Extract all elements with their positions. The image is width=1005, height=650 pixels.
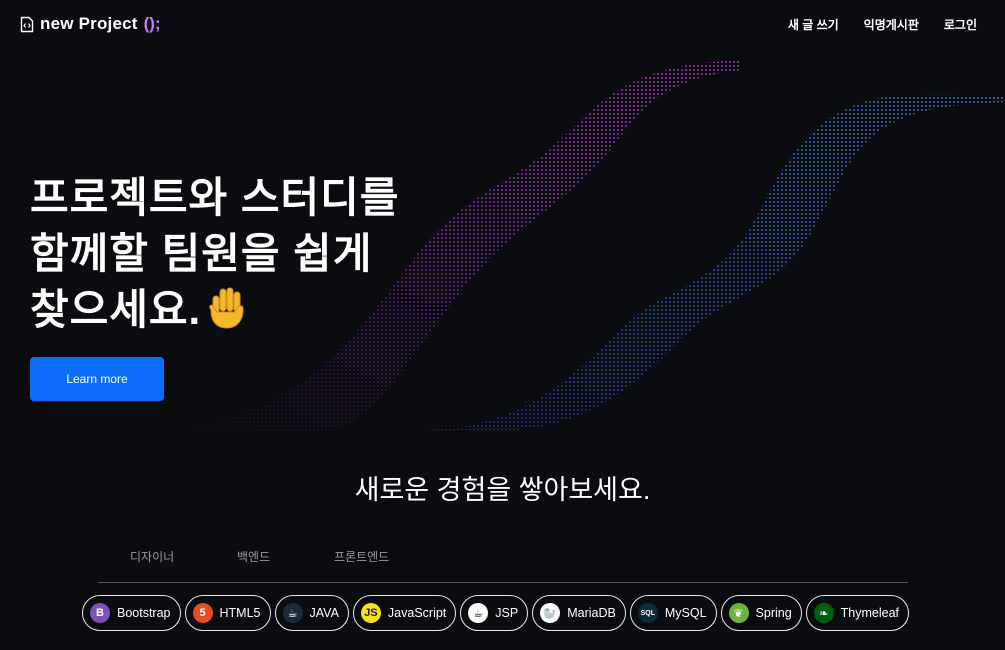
tech-chip-label: HTML5 bbox=[219, 606, 261, 620]
tech-chip-jsp[interactable]: ☕ JSP bbox=[460, 595, 529, 631]
role-tabs: 디자이너 백엔드 프론트엔드 bbox=[98, 546, 908, 583]
hero-title-line-3: 찾으세요. bbox=[30, 282, 460, 344]
tech-chip-label: MariaDB bbox=[567, 606, 616, 620]
tech-chip-list: B Bootstrap 5 HTML5 ☕ JAVA JS JavaScript ☕ JSP 🦭 Ma… bbox=[82, 595, 910, 631]
waving-hand-icon bbox=[207, 286, 249, 344]
hero-title-line-2: 함께할 팀원을 쉽게 bbox=[30, 230, 373, 277]
mysql-icon: SQL bbox=[637, 603, 658, 623]
tech-chip-label: Bootstrap bbox=[117, 606, 171, 620]
bootstrap-icon: B bbox=[90, 603, 110, 623]
nav-new-post[interactable]: 새 글 쓰기 bbox=[788, 16, 839, 33]
thymeleaf-icon: ❧ bbox=[813, 603, 834, 623]
tech-chip-bootstrap[interactable]: B Bootstrap bbox=[82, 595, 181, 631]
tech-chip-javascript[interactable]: JS JavaScript bbox=[352, 595, 457, 631]
tab-frontend[interactable]: 프론트엔드 bbox=[334, 548, 389, 565]
javascript-icon: JS bbox=[360, 603, 381, 623]
site-header: new Project (); 새 글 쓰기 익명게시판 로그인 bbox=[0, 0, 1005, 48]
code-file-icon bbox=[20, 16, 34, 33]
blue-wave bbox=[420, 94, 1005, 431]
java-icon: ☕ bbox=[282, 603, 303, 623]
main-nav: 새 글 쓰기 익명게시판 로그인 bbox=[788, 16, 977, 33]
section-title: 새로운 경험을 쌓아보세요. bbox=[354, 475, 651, 505]
nav-anonymous-board[interactable]: 익명게시판 bbox=[864, 16, 919, 33]
brand-logo[interactable]: new Project (); bbox=[20, 14, 161, 34]
tech-chip-label: JSP bbox=[495, 606, 519, 620]
tech-chip-label: Spring bbox=[755, 606, 792, 620]
spring-icon: ❦ bbox=[728, 603, 749, 623]
tech-chip-label: JAVA bbox=[309, 606, 339, 620]
learn-more-button[interactable]: Learn more bbox=[30, 357, 164, 401]
tech-chip-thymeleaf[interactable]: ❧ Thymeleaf bbox=[805, 595, 910, 631]
brand-parens: (); bbox=[143, 14, 161, 33]
hero-title-line-3-text: 찾으세요. bbox=[30, 286, 202, 333]
tech-chip-java[interactable]: ☕ JAVA bbox=[274, 595, 349, 631]
tech-chip-spring[interactable]: ❦ Spring bbox=[720, 595, 802, 631]
mariadb-icon: 🦭 bbox=[540, 603, 561, 623]
hero-title: 프로젝트와 스터디를 함께할 팀원을 쉽게 찾으세요. bbox=[30, 170, 460, 344]
jsp-icon: ☕ bbox=[468, 603, 489, 623]
tech-chip-html5[interactable]: 5 HTML5 bbox=[184, 595, 271, 631]
html5-icon: 5 bbox=[192, 603, 213, 623]
tab-designer[interactable]: 디자이너 bbox=[130, 548, 174, 565]
tab-backend[interactable]: 백엔드 bbox=[237, 548, 270, 565]
nav-login[interactable]: 로그인 bbox=[944, 16, 977, 33]
tech-chip-label: MySQL bbox=[664, 606, 707, 620]
tech-chip-mysql[interactable]: SQL MySQL bbox=[629, 595, 717, 631]
tech-chip-mariadb[interactable]: 🦭 MariaDB bbox=[532, 595, 626, 631]
hero-title-line-1: 프로젝트와 스터디를 bbox=[30, 174, 400, 221]
tech-chip-label: Thymeleaf bbox=[840, 606, 900, 620]
tech-chip-label: JavaScript bbox=[387, 606, 447, 620]
brand-name: new Project bbox=[40, 14, 138, 33]
